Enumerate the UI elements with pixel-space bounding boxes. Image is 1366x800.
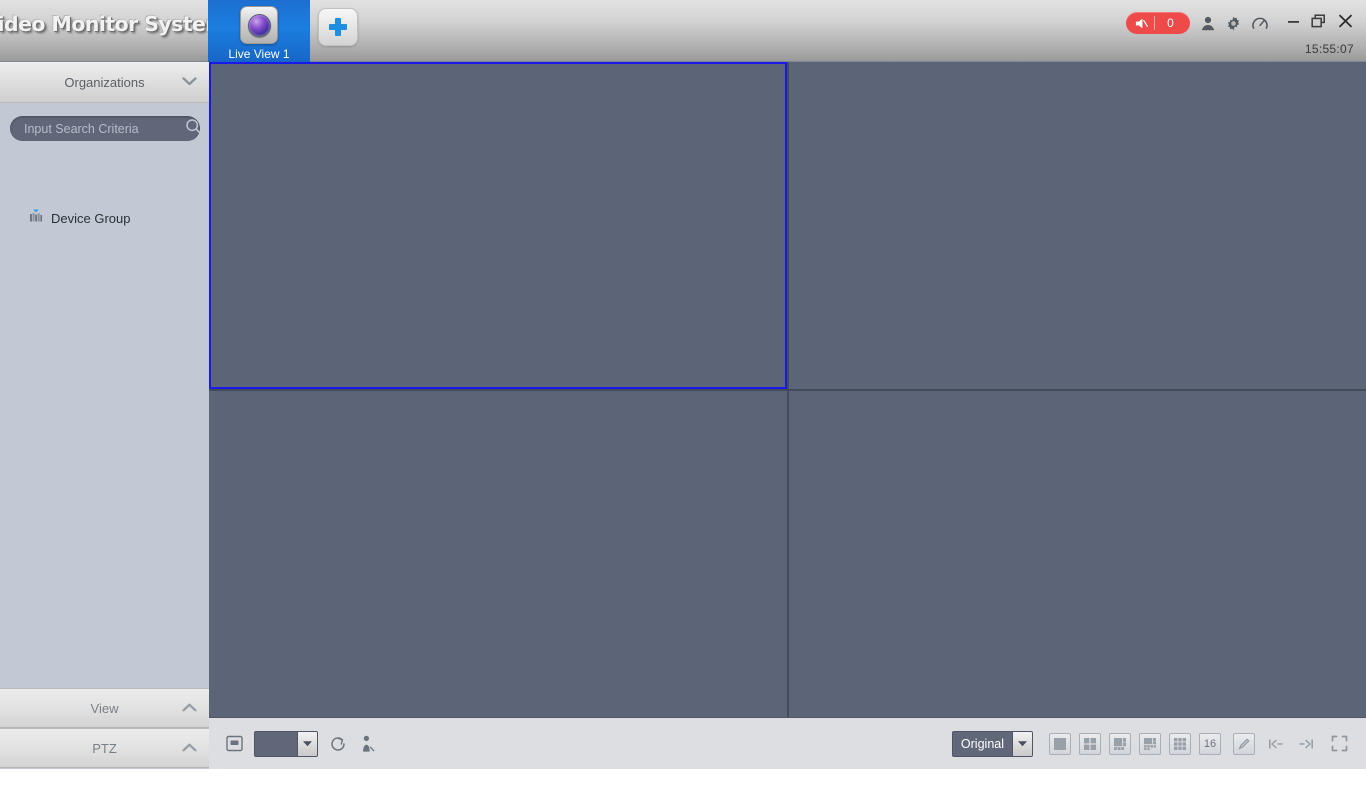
layout-16-button[interactable]: 16 [1199,732,1221,755]
sidebar-section-label: PTZ [92,740,117,756]
gear-icon[interactable] [1225,14,1242,32]
layout-8-button[interactable] [1139,732,1161,755]
person-walk-icon[interactable] [358,735,376,753]
scale-select[interactable]: Original [951,730,1033,757]
chevron-down-icon [182,73,197,91]
video-grid [209,62,1366,717]
left-sidebar: Organizations Input Search Criteria Devi… [0,62,209,769]
tab-live-view-1[interactable]: Live View 1 [208,0,310,62]
bottom-toolbar-left [225,730,376,757]
sidebar-section-label: View [90,700,119,716]
tab-label: Live View 1 [228,47,290,61]
sidebar-section-view[interactable]: View [0,688,209,728]
gauge-icon[interactable] [1251,14,1268,32]
prev-page-button[interactable] [1265,733,1287,755]
scale-select-value: Original [960,736,1004,751]
sidebar-item-label: Device Group [51,211,131,226]
application-window: Video Monitor System Live View 1 0 15:55… [0,0,1366,800]
app-brand: Video Monitor System [0,0,226,48]
system-clock: 15:55:07 [1304,42,1354,56]
fullscreen-button[interactable] [1328,733,1350,755]
add-tab-button[interactable] [310,0,366,62]
layout-6-button[interactable] [1109,732,1131,755]
video-pane-1[interactable] [209,62,787,389]
device-group-icon [28,208,44,229]
status-badge[interactable]: 0 [1126,12,1190,34]
search-input[interactable] [24,121,185,136]
video-pane-4[interactable] [788,390,1366,717]
next-page-button[interactable] [1295,733,1317,755]
chevron-down-icon[interactable] [1012,731,1032,756]
user-icon[interactable] [1199,14,1216,32]
layout-1-button[interactable] [1049,732,1071,755]
bottom-toolbar-right: Original 16 [951,730,1350,757]
search-input-wrapper[interactable] [10,116,202,141]
speaker-mute-icon [1128,17,1154,30]
sidebar-section-ptz[interactable]: PTZ [0,728,209,768]
plus-icon [318,8,358,46]
camera-lens-icon [240,6,278,44]
title-bar: Video Monitor System Live View 1 0 15:55… [0,0,1366,62]
close-button[interactable] [1332,10,1358,32]
bottom-toolbar: Original 16 [209,717,1366,769]
refresh-loop-icon[interactable] [329,735,347,753]
layout-4-button[interactable] [1079,732,1101,755]
alarm-count: 0 [1167,16,1174,30]
system-tray: 0 [1126,12,1268,34]
stream-select-value [255,732,297,756]
layout-9-button[interactable] [1169,732,1191,755]
stream-select[interactable] [254,730,318,757]
app-title: Video Monitor System [0,12,226,36]
chevron-down-icon[interactable] [297,731,317,756]
organizations-header[interactable]: Organizations [0,62,209,103]
snapshot-icon[interactable] [225,735,243,753]
chevron-up-icon [182,739,197,757]
sidebar-item-device-group[interactable]: Device Group [28,208,130,229]
restore-button[interactable] [1306,10,1332,32]
video-pane-2[interactable] [788,62,1366,389]
minimize-button[interactable] [1280,10,1306,32]
search-icon[interactable] [185,118,202,140]
video-pane-3[interactable] [209,390,787,717]
chevron-up-icon [182,699,197,717]
window-controls [1280,10,1358,32]
edit-layout-button[interactable] [1233,732,1255,755]
organizations-label: Organizations [64,74,145,90]
video-stage [209,62,1366,717]
layout-16-label: 16 [1203,737,1217,750]
tab-strip: Live View 1 [208,0,366,62]
window-bottom-filler [0,769,1366,800]
